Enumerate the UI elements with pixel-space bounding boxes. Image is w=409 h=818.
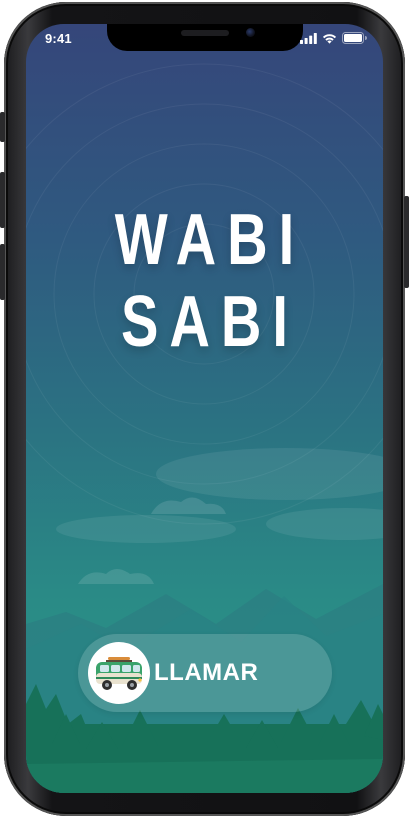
- status-time: 9:41: [45, 31, 72, 46]
- front-camera: [246, 28, 255, 37]
- device-notch: [107, 24, 303, 51]
- call-button-label: LLAMAR: [154, 659, 259, 686]
- volume-up-button: [0, 172, 5, 228]
- silent-switch: [0, 112, 5, 142]
- battery-icon: [342, 32, 367, 44]
- call-button-avatar: [88, 642, 150, 704]
- app-screen: 9:41 WABI SABI LLAMAR: [26, 24, 383, 793]
- device-mockup: 9:41 WABI SABI LLAMAR: [0, 0, 409, 818]
- app-title: WABI SABI: [26, 199, 383, 363]
- power-button: [404, 196, 409, 288]
- status-icons: [300, 32, 367, 44]
- title-line-2: SABI: [121, 282, 299, 362]
- cellular-signal-icon: [300, 32, 317, 44]
- wifi-icon: [322, 33, 337, 44]
- title-line-1: WABI: [114, 200, 306, 280]
- volume-down-button: [0, 244, 5, 300]
- call-button[interactable]: LLAMAR: [78, 634, 332, 712]
- van-icon: [96, 657, 142, 690]
- earpiece-speaker: [181, 30, 229, 36]
